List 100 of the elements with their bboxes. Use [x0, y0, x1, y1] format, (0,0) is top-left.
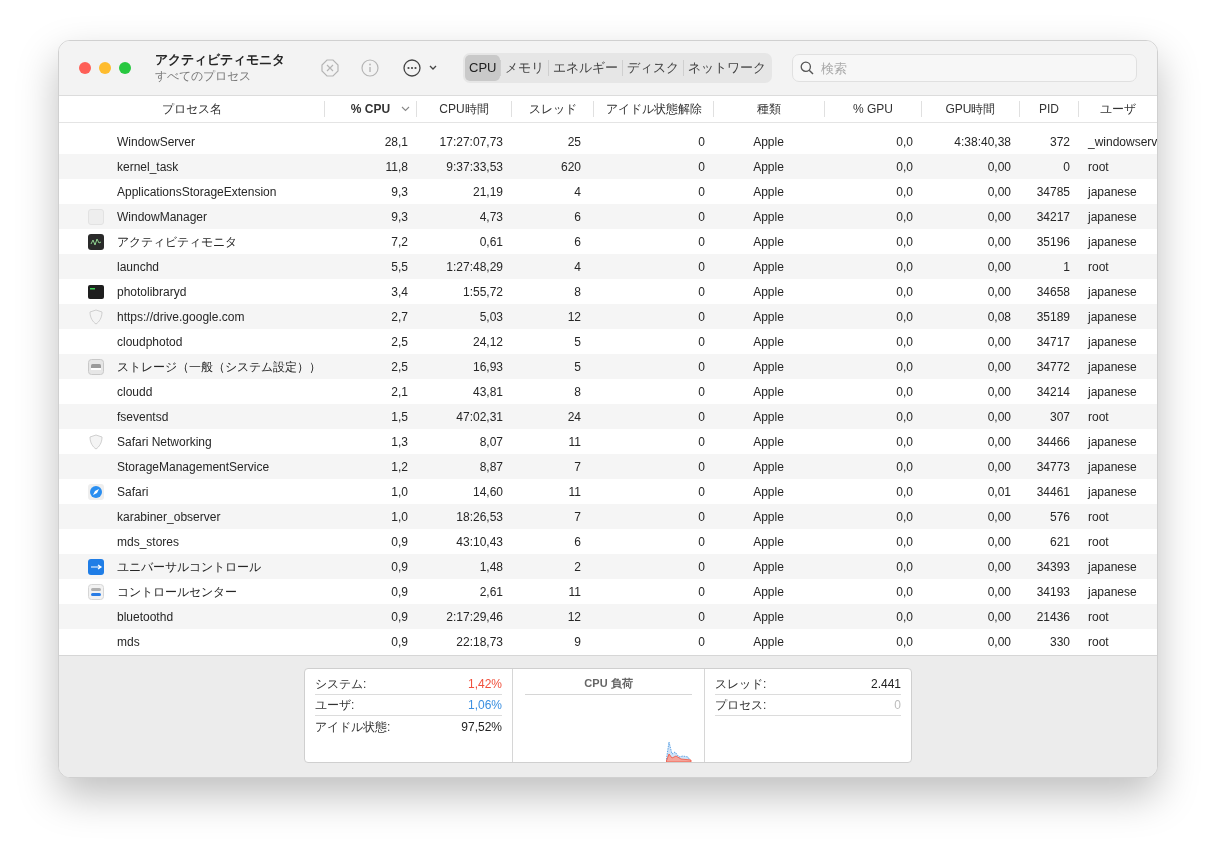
- table-cell: launchd: [117, 259, 160, 274]
- table-cell: 34658: [1036, 284, 1070, 299]
- table-row[interactable]: https://drive.google.com 2,7 5,03 12 0 Apple 0,0 0,08 35189 japanese: [59, 304, 1157, 329]
- count-value: 0: [894, 697, 901, 714]
- table-cell: 0: [698, 384, 705, 399]
- tab[interactable]: CPU: [465, 55, 501, 81]
- table-cell: Apple: [753, 334, 784, 349]
- table-cell: 12: [567, 309, 581, 324]
- count-label: スレッド:: [715, 676, 767, 693]
- table-row[interactable]: ユニバーサルコントロール 0,9 1,48 2 0 Apple 0,0 0,00 34393 japanese: [59, 554, 1157, 579]
- table-cell: 0: [698, 509, 705, 524]
- table-cell: 0,61: [479, 234, 503, 249]
- tab[interactable]: ネットワーク: [684, 55, 771, 81]
- table-cell: Apple: [753, 634, 784, 649]
- column-header[interactable]: % GPU: [853, 100, 893, 118]
- table-cell: 4: [574, 259, 581, 274]
- table-row[interactable]: ストレージ（一般（システム設定）） 2,5 16,93 5 0 Apple 0,0 0,00 34772 japanese: [59, 354, 1157, 379]
- column-header[interactable]: CPU時間: [439, 100, 489, 118]
- table-cell: japanese: [1088, 584, 1137, 599]
- column-header[interactable]: GPU時間: [945, 100, 996, 118]
- table-cell: 2,61: [479, 584, 503, 599]
- table-cell: 0,0: [896, 534, 913, 549]
- column-header[interactable]: PID: [1039, 100, 1059, 118]
- table-cell: mds: [117, 634, 140, 649]
- table-row[interactable]: bluetoothd 0,9 2:17:29,46 12 0 Apple 0,0 0,00 21436 root: [59, 604, 1157, 629]
- tab[interactable]: ディスク: [623, 55, 684, 81]
- column-header[interactable]: 種類: [757, 100, 781, 118]
- tab[interactable]: エネルギー: [549, 55, 623, 81]
- info-icon[interactable]: [361, 59, 379, 77]
- table-cell: 0,0: [896, 284, 913, 299]
- table-cell: 9: [574, 634, 581, 649]
- activity-monitor-icon: [88, 233, 104, 250]
- table-row[interactable]: StorageManagementService 1,2 8,87 7 0 Apple 0,0 0,00 34773 japanese: [59, 454, 1157, 479]
- table-cell: WindowManager: [117, 209, 208, 224]
- table-cell: japanese: [1088, 309, 1137, 324]
- table-cell: 11: [568, 484, 581, 499]
- close-button[interactable]: [79, 62, 91, 74]
- column-header[interactable]: プロセス名: [161, 100, 222, 118]
- table-row[interactable]: fseventsd 1,5 47:02,31 24 0 Apple 0,0 0,00 307 root: [59, 404, 1157, 429]
- minimize-button[interactable]: [99, 62, 111, 74]
- table-cell: kernel_task: [117, 159, 179, 174]
- search-field[interactable]: 検索: [792, 54, 1137, 82]
- table-cell: 620: [560, 159, 581, 174]
- table-cell: 2,1: [391, 384, 408, 399]
- table-cell: 9:37:33,53: [446, 159, 503, 174]
- column-header[interactable]: ユーザ: [1100, 100, 1136, 118]
- table-cell: Apple: [753, 409, 784, 424]
- table-cell: 0,0: [896, 484, 913, 499]
- table-cell: japanese: [1088, 284, 1137, 299]
- table-cell: 0,00: [987, 159, 1011, 174]
- table-cell: 0,0: [896, 259, 913, 274]
- table-cell: 5,5: [391, 259, 408, 274]
- more-menu-icon[interactable]: [403, 59, 439, 77]
- table-cell: 34773: [1036, 459, 1070, 474]
- table-cell: Apple: [753, 209, 784, 224]
- table-cell: 8,87: [479, 459, 503, 474]
- table-cell: mds_stores: [117, 534, 180, 549]
- table-cell: 4,73: [479, 209, 503, 224]
- table-cell: 0: [698, 234, 705, 249]
- table-cell: 0,9: [391, 534, 408, 549]
- table-cell: 4:38:40,38: [954, 134, 1011, 149]
- window-title: アクティビティモニタ: [155, 52, 286, 69]
- column-header[interactable]: % CPU: [350, 100, 391, 118]
- zoom-button[interactable]: [119, 62, 131, 74]
- table-cell: 0: [698, 134, 705, 149]
- table-cell: 0,0: [896, 584, 913, 599]
- tab[interactable]: メモリ: [501, 55, 549, 81]
- column-header[interactable]: アイドル状態解除: [605, 100, 702, 118]
- table-cell: 11,8: [385, 159, 408, 174]
- table-cell: 1,0: [391, 484, 408, 499]
- table-cell: 5: [574, 334, 581, 349]
- table-cell: 1: [1063, 259, 1070, 274]
- table-cell: 0: [698, 484, 705, 499]
- table-row[interactable]: WindowManager 9,3 4,73 6 0 Apple 0,0 0,00 34217 japanese: [59, 204, 1157, 229]
- table-cell: 0: [698, 534, 705, 549]
- table-cell: 2,5: [391, 359, 408, 374]
- table-cell: root: [1088, 409, 1109, 424]
- table-cell: 2,5: [391, 334, 408, 349]
- table-row[interactable]: launchd 5,5 1:27:48,29 4 0 Apple 0,0 0,00 1 root: [59, 254, 1157, 279]
- table-cell: bluetoothd: [117, 609, 174, 624]
- table-cell: 0,00: [987, 259, 1011, 274]
- table-cell: 6: [574, 234, 581, 249]
- table-cell: 8: [574, 384, 581, 399]
- table-row[interactable]: karabiner_observer 1,0 18:26,53 7 0 Apple 0,0 0,00 576 root: [59, 504, 1157, 529]
- table-cell: 34193: [1036, 584, 1070, 599]
- table-cell: root: [1088, 159, 1109, 174]
- table-cell: 0,00: [987, 534, 1011, 549]
- table-cell: 17:27:07,73: [439, 134, 503, 149]
- table-cell: japanese: [1088, 359, 1137, 374]
- stop-process-icon[interactable]: [321, 59, 339, 77]
- table-cell: 0,0: [896, 409, 913, 424]
- stat-label: アイドル状態:: [315, 718, 391, 736]
- column-header[interactable]: スレッド: [528, 100, 577, 118]
- table-cell: https://drive.google.com: [117, 309, 245, 324]
- table-cell: 0: [698, 409, 705, 424]
- terminal-icon: [88, 284, 104, 299]
- table-row[interactable]: kernel_task 11,8 9:37:33,53 620 0 Apple 0,0 0,00 0 root: [59, 154, 1157, 179]
- table-cell: japanese: [1088, 334, 1137, 349]
- table-cell: 0,0: [896, 184, 913, 199]
- table-cell: root: [1088, 509, 1109, 524]
